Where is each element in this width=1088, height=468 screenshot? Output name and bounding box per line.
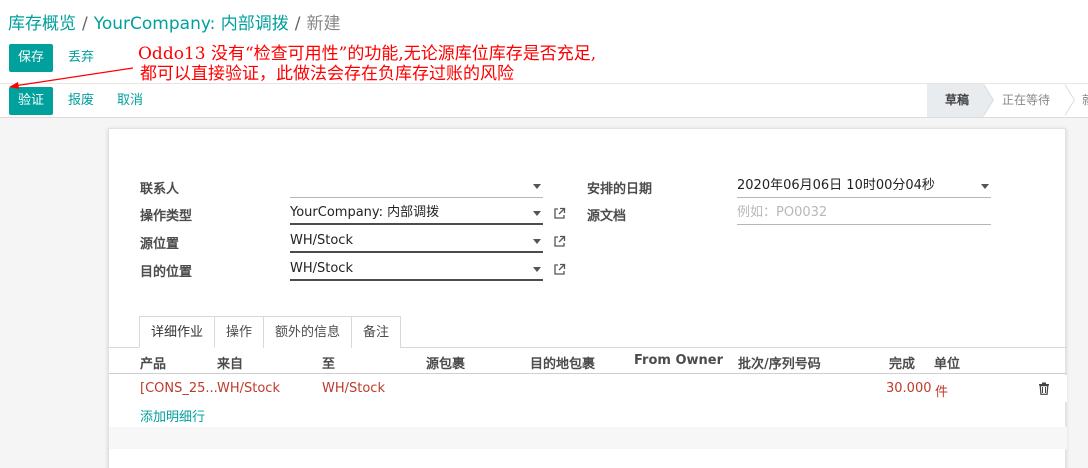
breadcrumb-separator: / <box>294 14 301 34</box>
dest-location-label: 目的位置 <box>140 265 193 280</box>
external-link-icon[interactable] <box>553 207 566 220</box>
breadcrumb-inventory-overview[interactable]: 库存概览 <box>8 14 76 34</box>
dest-location-value: WH/Stock <box>290 261 353 276</box>
cell-from: WH/Stock <box>217 381 280 396</box>
annotation-note: Oddo13 没有“检查可用性”的功能,无论源库位库存是否充足, 都可以直接验证… <box>138 44 596 84</box>
discard-button[interactable]: 丢弃 <box>59 44 103 72</box>
source-document-field[interactable]: 例如：PO0032 <box>737 203 991 225</box>
cell-to: WH/Stock <box>322 381 385 396</box>
breadcrumb-current: 新建 <box>306 14 341 34</box>
scheduled-date-field[interactable]: 2020年06月06日 10时00分04秒 <box>737 176 991 198</box>
column-from[interactable]: 来自 <box>217 353 243 372</box>
column-dest-package[interactable]: 目的地包裹 <box>530 353 595 372</box>
action-bar <box>0 83 1088 118</box>
operation-type-label: 操作类型 <box>140 209 193 224</box>
breadcrumb-separator: / <box>82 14 88 34</box>
form-sheet: 联系人 操作类型 YourCompany: 内部调拨 源位置 WH/Stock … <box>108 128 1067 468</box>
chevron-down-icon[interactable] <box>533 211 541 216</box>
source-document-label: 源文档 <box>587 209 627 224</box>
cell-done: 30.000 <box>886 381 932 396</box>
annotation-line-2: 都可以直接验证，此做法会存在负库存过账的风险 <box>140 64 514 84</box>
source-location-label: 源位置 <box>140 237 180 252</box>
chevron-down-icon[interactable] <box>533 267 541 272</box>
cancel-button[interactable]: 取消 <box>108 87 152 115</box>
table-header: 产品 来自 至 源包裹 目的地包裹 From Owner 批次/序列号码 完成 … <box>109 348 1067 374</box>
stage-chevron <box>1064 84 1074 116</box>
scheduled-date-label: 安排的日期 <box>587 182 653 197</box>
column-lot[interactable]: 批次/序列号码 <box>738 353 821 372</box>
status-bar: 草稿 正在等待 就 <box>926 84 1088 117</box>
stage-draft[interactable]: 草稿 <box>926 84 994 117</box>
source-document-placeholder: 例如：PO0032 <box>737 205 828 220</box>
dest-location-field[interactable]: WH/Stock <box>290 259 543 281</box>
external-link-icon[interactable] <box>553 235 566 248</box>
add-line-link[interactable]: 添加明细行 <box>140 406 205 425</box>
breadcrumb: 库存概览 / YourCompany: 内部调拨 / 新建 <box>8 9 341 34</box>
contact-field[interactable] <box>290 176 543 198</box>
tab-operations[interactable]: 操作 <box>214 316 265 348</box>
column-uom[interactable]: 单位 <box>934 353 960 372</box>
cell-product: [CONS_25... <box>140 381 218 396</box>
stage-waiting-label: 正在等待 <box>1001 93 1050 107</box>
chevron-down-icon[interactable] <box>533 239 541 244</box>
breadcrumb-internal-transfers[interactable]: YourCompany: 内部调拨 <box>94 14 289 34</box>
column-source-package[interactable]: 源包裹 <box>426 353 465 372</box>
chevron-down-icon[interactable] <box>981 184 989 189</box>
table-row[interactable]: [CONS_25... WH/Stock WH/Stock 30.000 件 <box>109 375 1067 402</box>
scrap-button[interactable]: 报废 <box>59 87 103 115</box>
source-location-value: WH/Stock <box>290 233 353 248</box>
column-to[interactable]: 至 <box>322 353 335 372</box>
column-owner[interactable]: From Owner <box>634 353 723 368</box>
stage-draft-label: 草稿 <box>944 93 969 107</box>
stage-waiting[interactable]: 正在等待 <box>982 84 1075 117</box>
operation-type-value: YourCompany: 内部调拨 <box>290 205 440 220</box>
chevron-down-icon[interactable] <box>533 184 541 189</box>
tab-additional-info[interactable]: 额外的信息 <box>263 316 353 348</box>
save-button[interactable]: 保存 <box>9 44 54 72</box>
stage-ready-label: 就 <box>1082 93 1088 107</box>
column-done[interactable]: 完成 <box>889 353 915 372</box>
tab-note[interactable]: 备注 <box>351 316 402 348</box>
external-link-icon[interactable] <box>553 263 566 276</box>
tab-detailed-operations[interactable]: 详细作业 <box>139 316 216 348</box>
notebook-tabs: 详细作业 操作 额外的信息 备注 <box>139 316 402 348</box>
table-footer <box>109 427 1067 449</box>
operation-type-field[interactable]: YourCompany: 内部调拨 <box>290 203 543 225</box>
source-location-field[interactable]: WH/Stock <box>290 231 543 253</box>
scheduled-date-value: 2020年06月06日 10时00分04秒 <box>737 178 935 193</box>
validate-button[interactable]: 验证 <box>9 87 54 115</box>
trash-icon[interactable] <box>1038 382 1050 395</box>
column-product[interactable]: 产品 <box>140 353 166 372</box>
cell-uom: 件 <box>935 385 949 400</box>
stage-chevron <box>982 84 993 116</box>
contact-label: 联系人 <box>140 182 180 197</box>
annotation-line-1: Oddo13 没有“检查可用性”的功能,无论源库位库存是否充足, <box>138 44 597 64</box>
